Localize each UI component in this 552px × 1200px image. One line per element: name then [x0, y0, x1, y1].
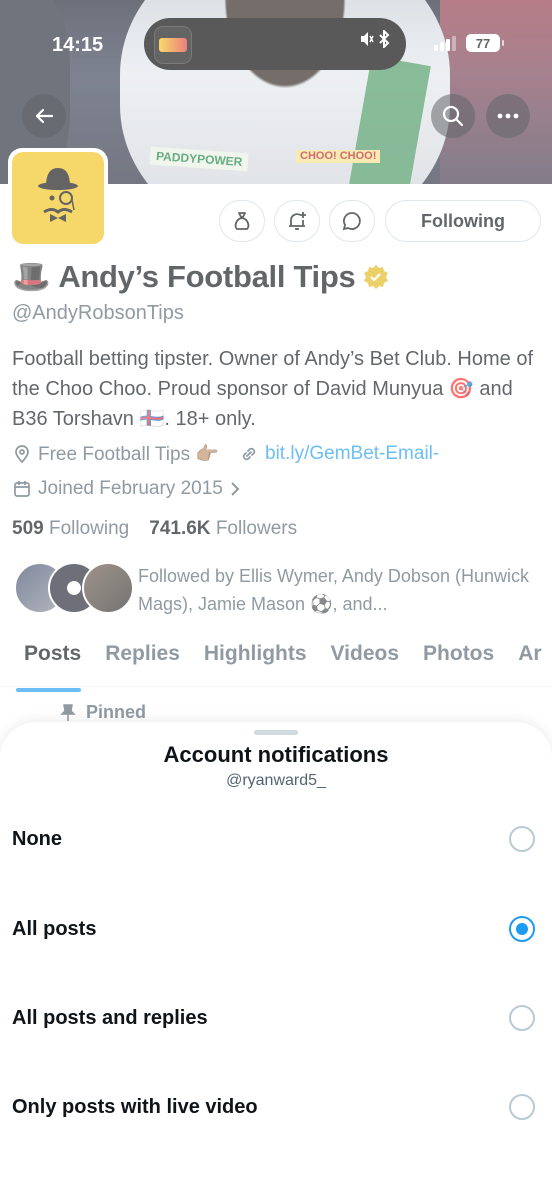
radio-button[interactable]	[509, 826, 535, 852]
account-notifications-sheet: Account notifications @ryanward5_ None A…	[0, 722, 552, 1200]
option-all-posts[interactable]: All posts	[0, 896, 552, 966]
radio-button-selected[interactable]	[509, 916, 535, 942]
radio-button[interactable]	[509, 1094, 535, 1120]
option-all-posts-and-replies[interactable]: All posts and replies	[0, 985, 552, 1055]
option-label: All posts	[12, 918, 97, 940]
option-live-video[interactable]: Only posts with live video	[0, 1074, 552, 1144]
option-label: Only posts with live video	[12, 1096, 258, 1118]
radio-button[interactable]	[509, 1005, 535, 1031]
profile-page: PADDYPOWER CHOO! CHOO! 14:15 77 Followin…	[0, 0, 552, 1200]
option-none[interactable]: None	[0, 806, 552, 876]
sheet-subtitle: @ryanward5_	[226, 772, 326, 789]
option-label: None	[12, 828, 62, 850]
sheet-title: Account notifications	[163, 742, 389, 767]
option-label: All posts and replies	[12, 1007, 208, 1029]
sheet-grabber[interactable]	[254, 730, 298, 735]
